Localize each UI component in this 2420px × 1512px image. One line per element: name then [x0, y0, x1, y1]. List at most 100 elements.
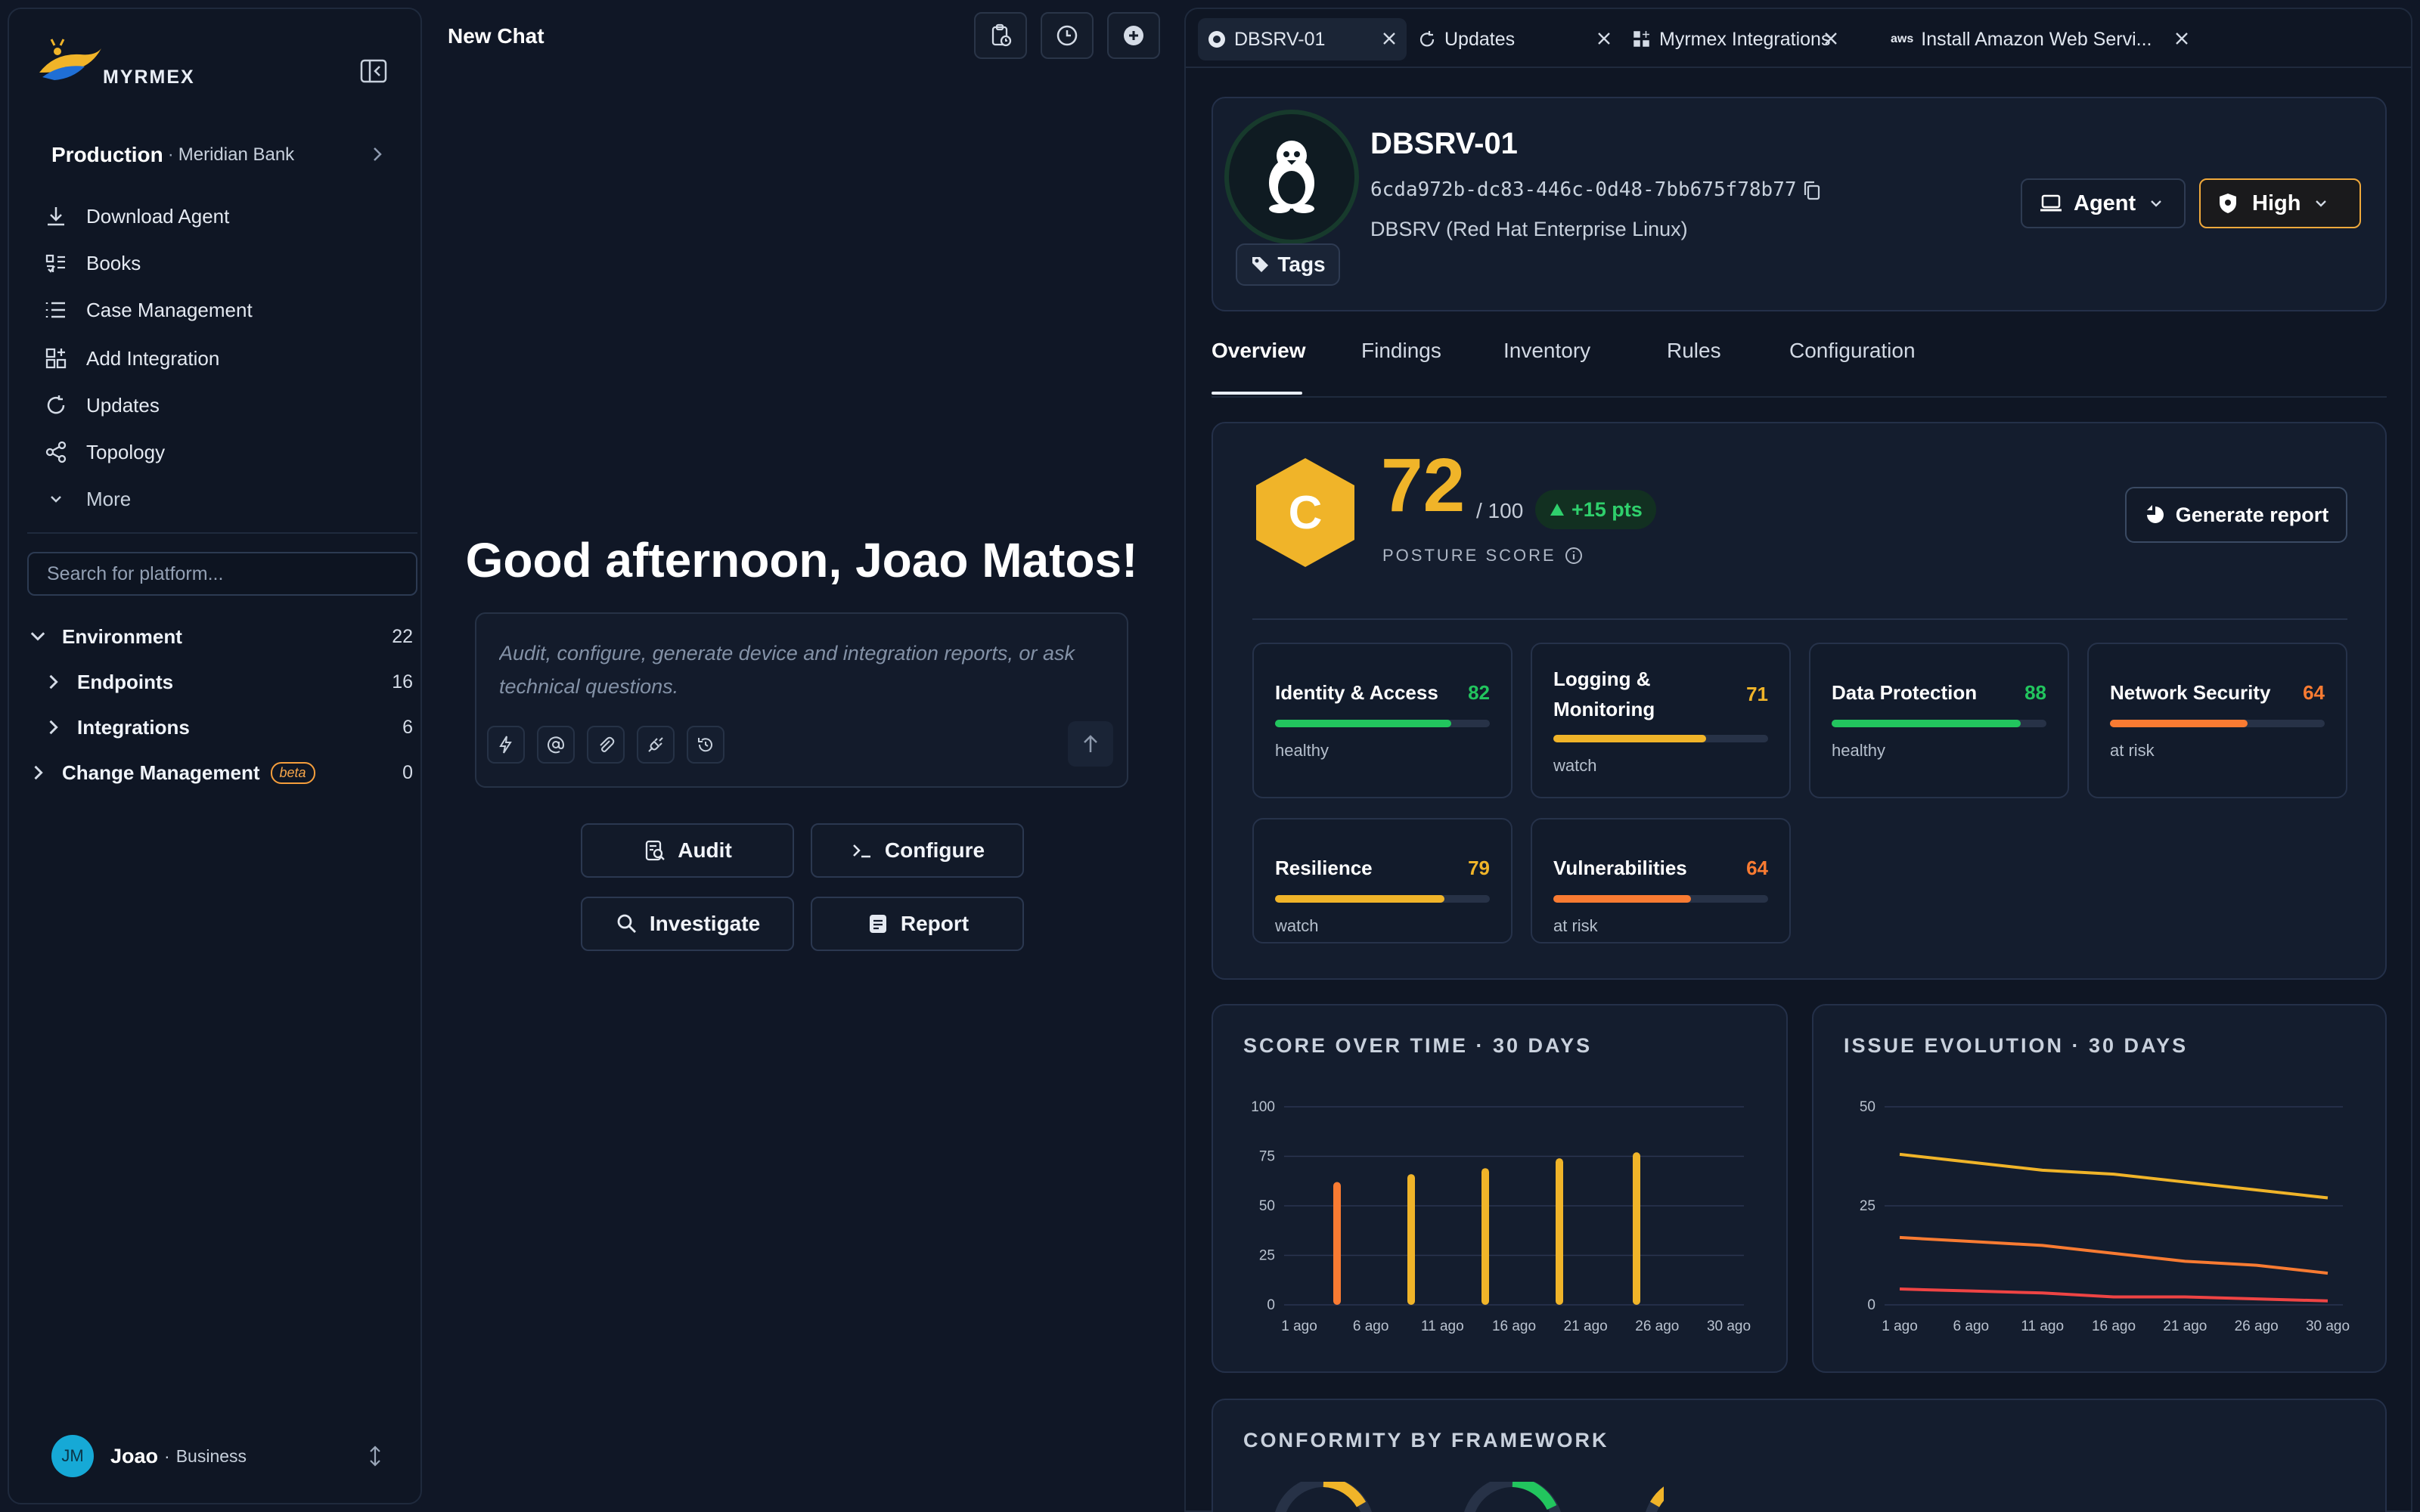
clipboard-clock-icon: [991, 23, 1012, 47]
tab-myrmex-integrations[interactable]: Myrmex Integrations: [1627, 18, 1841, 60]
close-icon[interactable]: [1594, 29, 1614, 48]
new-chat-button[interactable]: [1107, 12, 1160, 59]
tree-change-management[interactable]: Change Management beta 0: [27, 751, 413, 794]
audit-button[interactable]: Audit: [581, 823, 794, 878]
asset-type-dropdown[interactable]: Agent: [2021, 178, 2186, 228]
history-restore-button[interactable]: [687, 726, 724, 764]
plus-circle-icon: [1124, 26, 1143, 45]
bar-30-ago: [1633, 1152, 1640, 1305]
gauge-fill: [1649, 1486, 1664, 1507]
user-menu[interactable]: JM Joao · Business: [32, 1432, 410, 1480]
metric-progress-fill: [1275, 895, 1445, 903]
subtab-findings[interactable]: Findings: [1361, 339, 1441, 363]
search-icon: [617, 914, 636, 933]
tags-button[interactable]: Tags: [1236, 243, 1340, 286]
close-icon[interactable]: [2172, 29, 2192, 48]
generate-report-button[interactable]: Generate report: [2125, 487, 2347, 543]
nav-label: Topology: [86, 440, 166, 463]
tab-updates[interactable]: Updates: [1413, 18, 1621, 60]
quick-action-button[interactable]: [487, 726, 525, 764]
info-icon[interactable]: [1564, 546, 1584, 565]
subtab-configuration[interactable]: Configuration: [1789, 339, 1916, 363]
tab-install-aws[interactable]: aws Install Amazon Web Servi...: [1886, 18, 2192, 60]
audit-icon: [646, 840, 666, 861]
copy-id-button[interactable]: [1801, 180, 1823, 201]
list-icon: [42, 296, 70, 324]
metric-value: 82: [1468, 681, 1490, 704]
metric-card[interactable]: Identity & Access 82 healthy: [1252, 643, 1512, 798]
collapse-sidebar-button[interactable]: [357, 56, 390, 86]
metric-status: at risk: [1553, 916, 1598, 935]
attach-button[interactable]: [587, 726, 625, 764]
nav-updates[interactable]: Updates: [32, 384, 410, 426]
metric-progress-track: [2110, 720, 2325, 727]
tab-dbsrv-01[interactable]: DBSRV-01: [1198, 18, 1407, 60]
y-tick-label: 25: [1259, 1248, 1275, 1264]
refresh-icon: [1419, 31, 1435, 47]
score-chart-title: SCORE OVER TIME · 30 DAYS: [1243, 1034, 1593, 1057]
metric-value: 88: [2024, 681, 2046, 704]
y-tick-label: 0: [1867, 1297, 1876, 1313]
x-tick-label: 26 ago: [2235, 1318, 2279, 1334]
tab-label: DBSRV-01: [1234, 28, 1326, 50]
metric-card[interactable]: Vulnerabilities 64 at risk: [1531, 818, 1791, 943]
score-over-time-chart: 0 25 50 75 100 1 ago 6 ago 11 ago 16 ago 21 ago 26…: [1251, 1099, 1751, 1334]
x-tick-label: 30 ago: [1707, 1318, 1751, 1334]
audit-label: Audit: [678, 838, 732, 862]
nav-topology[interactable]: Topology: [32, 431, 410, 473]
metric-progress-track: [1553, 735, 1768, 742]
conformity-title: CONFORMITY BY FRAMEWORK: [1243, 1429, 1609, 1452]
metric-name: Data Protection: [1832, 681, 1978, 704]
y-tick-label: 50: [1860, 1099, 1876, 1115]
nav-case-management[interactable]: Case Management: [32, 289, 410, 331]
triangle-up-icon: [1550, 503, 1564, 516]
user-plan-separator: ·: [164, 1445, 170, 1466]
configure-button[interactable]: Configure: [811, 823, 1024, 878]
metric-card[interactable]: Resilience 79 watch: [1252, 818, 1512, 943]
integration-plug-button[interactable]: [637, 726, 675, 764]
send-button[interactable]: [1068, 721, 1113, 767]
x-tick-label: 6 ago: [1953, 1318, 1990, 1334]
report-label: Report: [900, 912, 970, 935]
subtab-overview[interactable]: Overview: [1212, 339, 1306, 363]
tree-endpoints[interactable]: Endpoints 16: [42, 661, 413, 703]
close-icon[interactable]: [1821, 29, 1841, 48]
nav-more[interactable]: More: [32, 478, 410, 520]
chat-input[interactable]: [499, 637, 1089, 712]
metric-progress-fill: [1275, 720, 1451, 727]
organization-switcher[interactable]: Production · Meridian Bank: [27, 135, 398, 175]
metric-name: Logging & Monitoring: [1553, 668, 1655, 720]
posture-divider: [1252, 618, 2347, 620]
investigate-button[interactable]: Investigate: [581, 897, 794, 951]
tree-count: 22: [392, 625, 413, 647]
generate-report-label: Generate report: [2175, 503, 2329, 526]
tree-label: Environment: [62, 624, 182, 648]
clock-icon: [1056, 25, 1078, 46]
share-icon: [42, 438, 70, 466]
x-tick-label: 16 ago: [1492, 1318, 1536, 1334]
mention-button[interactable]: [537, 726, 575, 764]
chat-history-button[interactable]: [1041, 12, 1094, 59]
metric-card[interactable]: Logging & Monitoring 71 watch: [1531, 643, 1791, 798]
chat-history-clip-button[interactable]: [974, 12, 1027, 59]
report-button[interactable]: Report: [811, 897, 1024, 951]
nav-add-integration[interactable]: Add Integration: [32, 337, 410, 380]
tree-environment[interactable]: Environment 22: [27, 615, 413, 658]
asset-id: 6cda972b-dc83-446c-0d48-7bb675f78b77: [1370, 178, 1797, 201]
nav-books[interactable]: Books: [32, 242, 410, 284]
series-line-2: [1899, 1287, 2328, 1303]
nav-download-agent[interactable]: Download Agent: [32, 195, 410, 237]
close-icon[interactable]: [1379, 29, 1399, 48]
user-name: Joao: [110, 1444, 159, 1467]
nav-label: Add Integration: [86, 346, 220, 370]
subtab-rules[interactable]: Rules: [1667, 339, 1721, 363]
nav-label: Case Management: [86, 298, 253, 321]
subtab-inventory[interactable]: Inventory: [1503, 339, 1590, 363]
platform-search-input[interactable]: [27, 552, 417, 596]
grid-plus-icon: [1634, 31, 1649, 47]
metric-card[interactable]: Data Protection 88 healthy: [1809, 643, 2069, 798]
criticality-dropdown[interactable]: High: [2199, 178, 2361, 228]
metric-card[interactable]: Network Security 64 at risk: [2087, 643, 2347, 798]
tree-integrations[interactable]: Integrations 6: [42, 706, 413, 748]
chevron-right-icon: [49, 720, 58, 735]
